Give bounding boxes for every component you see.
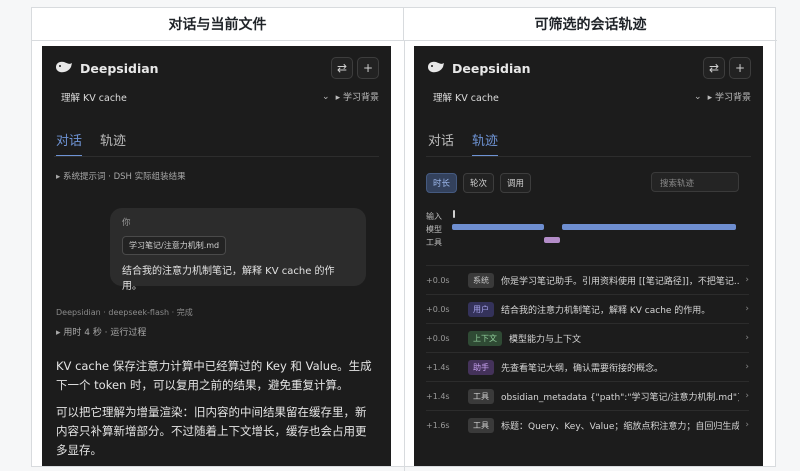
filter-turns-button[interactable]: 轮次 [463,173,495,193]
context-selector[interactable]: ⌄ ▸ 学习背景 [322,90,379,104]
header-left: 对话与当前文件 [32,8,404,41]
tab-divider [54,156,379,157]
user-label: 你 [122,218,131,228]
trace-row[interactable]: +1.6s 工具 标题：Query、Key、Value；缩放点积注意力；自回归生… [426,410,749,439]
row-text: 模型能力与上下文 [509,334,582,345]
assistant-answer: KV cache 保存注意力计算中已经算过的 Key 和 Value。生成下一个… [56,357,376,466]
chevron-right-icon: › [745,391,749,401]
row-text: 标题：Query、Key、Value；缩放点积注意力；自回归生成... [501,421,739,432]
row-time: +0.0s [426,333,450,343]
conversation-title[interactable]: 理解 KV cache [61,90,127,104]
run-process-toggle[interactable]: ▸ 用时 4 秒 · 运行过程 [56,325,146,338]
context-label: ▸ 学习背景 [707,93,751,103]
row-time: +0.0s [426,275,450,285]
row-kind-badge: 工具 [468,388,494,404]
row-text: 结合我的注意力机制笔记，解释 KV cache 的作用。 [501,305,711,316]
row-kind-badge: 助手 [468,359,494,375]
row-text: 先查看笔记大纲，确认需要衔接的概念。 [501,363,664,374]
filter-duration-button[interactable]: 时长 [426,173,458,193]
timeline-bar-input[interactable] [453,210,455,218]
new-chat-button[interactable]: + [357,57,379,79]
row-time: +0.0s [426,304,450,314]
row-time: +1.4s [426,362,450,372]
chevron-down-icon: ⌄ [694,91,702,102]
brand: Deepsidian [54,59,159,78]
plus-icon: + [362,61,374,75]
trace-row[interactable]: +0.0s 上下文 模型能力与上下文 › [426,323,749,352]
trace-row[interactable]: +1.4s 工具 obsidian_metadata {"path":"学习笔记… [426,381,749,410]
context-label: ▸ 学习背景 [335,93,379,103]
timeline-bar-model[interactable] [452,224,544,230]
user-message: 你 学习笔记/注意力机制.md 结合我的注意力机制笔记，解释 KV cache … [110,208,366,292]
chevron-right-icon: › [745,420,749,430]
trace-row[interactable]: +1.4s 助手 先查看笔记大纲，确认需要衔接的概念。 › [426,352,749,381]
system-prompt-toggle[interactable]: ▸ 系统提示词 · DSH 实际组装结果 [56,170,186,182]
new-chat-button[interactable]: + [729,57,751,79]
column-divider [404,41,405,471]
lane-label-input: 输入 [426,212,442,221]
trace-row[interactable]: +0.0s 用户 结合我的注意力机制笔记，解释 KV cache 的作用。 › [426,294,749,323]
sliders-icon: ⇄ [708,61,720,75]
app-name: Deepsidian [80,61,159,76]
tab-chat[interactable]: 对话 [56,130,83,157]
plus-icon: + [734,61,746,75]
tab-chat[interactable]: 对话 [428,130,454,157]
attachment-chip[interactable]: 学习笔记/注意力机制.md [122,236,227,255]
filter-calls-button[interactable]: 调用 [500,173,532,193]
chevron-right-icon: › [745,304,749,314]
trace-search-input[interactable]: 搜索轨迹 [651,172,739,192]
chevron-down-icon: ⌄ [322,91,330,102]
chevron-right-icon: › [745,275,749,285]
timeline-lane-labels: 输入 模型 工具 [426,210,442,249]
tab-trace[interactable]: 轨迹 [472,130,499,157]
answer-paragraph: 可以把它理解为增量渲染：旧内容的中间结果留在缓存里，新内容只补算新增部分。不过随… [56,405,367,457]
chevron-right-icon: › [745,333,749,343]
row-time: +1.4s [426,391,450,401]
settings-button[interactable]: ⇄ [331,57,353,79]
row-text: obsidian_metadata {"path":"学习笔记/注意力机制.md… [501,392,739,403]
row-kind-badge: 系统 [468,272,494,288]
answer-paragraph: KV cache 保存注意力计算中已经算过的 Key 和 Value。生成下一个… [56,359,372,392]
trace-row[interactable]: +0.0s 系统 你是学习笔记助手。引用资料使用 [[笔记路径]]，不把笔记..… [426,265,749,294]
timeline-bar-tool[interactable] [544,237,560,243]
user-message-text: 结合我的注意力机制笔记，解释 KV cache 的作用。 [122,266,335,292]
tab-trace[interactable]: 轨迹 [100,130,126,157]
whale-logo-icon [54,59,74,78]
settings-button[interactable]: ⇄ [703,57,725,79]
conversation-title[interactable]: 理解 KV cache [433,90,499,104]
row-text: 你是学习笔记助手。引用资料使用 [[笔记路径]]，不把笔记... [501,276,739,287]
app-name: Deepsidian [452,61,531,76]
chat-panel: Deepsidian ⇄ + 理解 KV cache ⌄ ▸ 学习背景 对话 轨… [42,46,391,466]
whale-logo-icon [426,59,446,78]
row-kind-badge: 上下文 [468,330,502,346]
assistant-meta: Deepsidian · deepseek-flash · 完成 [56,308,193,317]
lane-label-tool: 工具 [426,238,442,247]
trace-panel: Deepsidian ⇄ + 理解 KV cache ⌄ ▸ 学习背景 对话 轨… [414,46,763,466]
row-kind-badge: 工具 [468,417,494,433]
lane-label-model: 模型 [426,225,442,234]
tab-bar: 对话 轨迹 [428,130,499,157]
row-kind-badge: 用户 [468,301,494,317]
timeline-bar-model[interactable] [562,224,736,230]
brand: Deepsidian [426,59,531,78]
tab-divider [426,156,751,157]
row-time: +1.6s [426,420,450,430]
top-bar: Deepsidian ⇄ + [414,46,763,90]
top-bar: Deepsidian ⇄ + [42,46,391,90]
context-selector[interactable]: ⌄ ▸ 学习背景 [694,90,751,104]
header-right: 可筛选的会话轨迹 [404,8,777,41]
trace-filters: 时长 轮次 调用 [426,173,532,193]
chevron-right-icon: › [745,362,749,372]
sliders-icon: ⇄ [336,61,348,75]
tab-bar: 对话 轨迹 [56,130,126,157]
